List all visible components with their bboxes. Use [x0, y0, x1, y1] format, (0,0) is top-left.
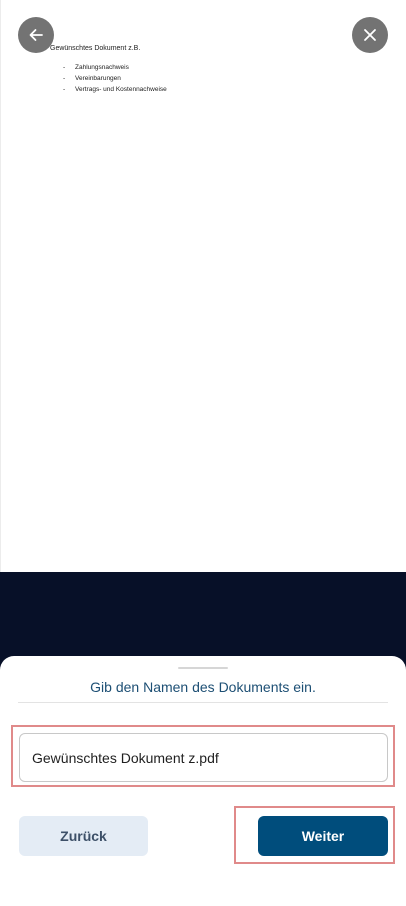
sheet-divider: [18, 702, 388, 703]
back-button[interactable]: [18, 17, 54, 53]
list-item: - Vertrags- und Kostennachweise: [50, 84, 167, 95]
close-button[interactable]: [352, 17, 388, 53]
list-item-label: Vereinbarungen: [75, 75, 121, 82]
list-dash: -: [63, 86, 66, 93]
sheet-title: Gib den Namen des Dokuments ein.: [90, 679, 316, 695]
list-item-label: Zahlungsnachweis: [75, 64, 129, 71]
list-dash: -: [63, 64, 66, 71]
arrow-left-icon: [29, 29, 43, 41]
list-item: - Vereinbarungen: [50, 73, 167, 84]
weiter-button[interactable]: Weiter: [258, 816, 388, 856]
list-dash: -: [63, 75, 66, 82]
document-content: Gewünschtes Dokument z.B. - Zahlungsnach…: [50, 44, 167, 95]
close-icon: [364, 29, 376, 41]
document-name-input[interactable]: [19, 733, 388, 782]
list-item: - Zahlungsnachweis: [50, 62, 167, 73]
document-preview: Gewünschtes Dokument z.B. - Zahlungsnach…: [0, 0, 406, 572]
document-heading: Gewünschtes Dokument z.B.: [50, 45, 141, 52]
bottom-sheet: Gib den Namen des Dokuments ein. Zurück …: [0, 656, 406, 906]
zurueck-button[interactable]: Zurück: [19, 816, 148, 856]
document-list: - Zahlungsnachweis - Vereinbarungen - Ve…: [50, 62, 167, 95]
sheet-grabber[interactable]: [178, 667, 228, 669]
list-item-label: Vertrags- und Kostennachweise: [75, 86, 167, 93]
